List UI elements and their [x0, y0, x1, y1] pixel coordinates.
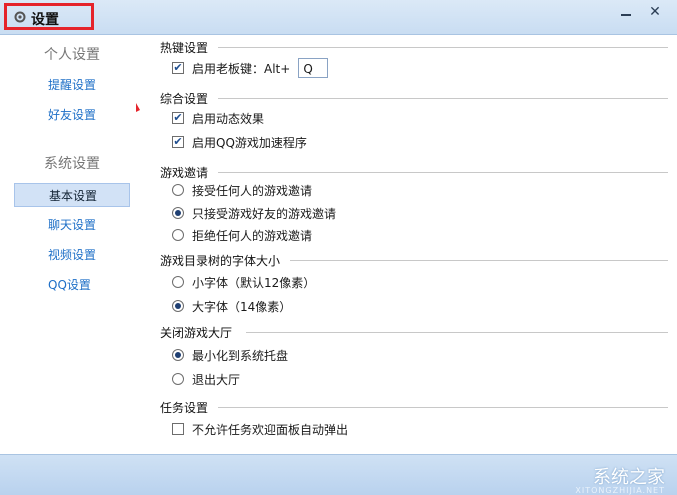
title-highlight-box: 设置 [4, 3, 94, 30]
boss-key-checkbox[interactable] [172, 62, 184, 74]
divider [218, 47, 668, 48]
close-option-minimize: 最小化到系统托盘 [172, 346, 288, 364]
sidebar-item-chat[interactable]: 聊天设置 [14, 213, 130, 237]
minimize-button[interactable] [612, 0, 640, 24]
close-icon: ✕ [649, 4, 661, 20]
invite-friends-radio[interactable] [172, 207, 184, 219]
divider [218, 407, 668, 408]
invite-any-radio[interactable] [172, 184, 184, 196]
hotkey-option: 启用老板键：Alt+ Q [172, 58, 329, 78]
divider [218, 172, 668, 173]
title-bar: 设置 ✕ [0, 0, 677, 35]
divider [218, 98, 668, 99]
sidebar-item-reminder[interactable]: 提醒设置 [14, 73, 130, 97]
sidebar-item-video[interactable]: 视频设置 [14, 243, 130, 267]
exit-hall-radio[interactable] [172, 373, 184, 385]
accel-option: 启用QQ游戏加速程序 [172, 133, 307, 151]
font-small-label: 小字体（默认12像素） [192, 275, 316, 290]
sidebar: 个人设置 提醒设置 好友设置 系统设置 基本设置 聊天设置 视频设置 QQ设置 [0, 35, 136, 454]
section-title-task: 任务设置 [160, 401, 209, 415]
invite-friends-label: 只接受游戏好友的游戏邀请 [192, 206, 337, 221]
section-title-general: 综合设置 [160, 92, 209, 106]
boss-key-input[interactable]: Q [298, 58, 329, 78]
invite-reject-label: 拒绝任何人的游戏邀请 [192, 228, 313, 243]
font-option-small: 小字体（默认12像素） [172, 273, 315, 291]
task-option: 不允许任务欢迎面板自动弹出 [172, 420, 348, 438]
dynamic-option: 启用动态效果 [172, 109, 264, 127]
invite-option-any: 接受任何人的游戏邀请 [172, 181, 312, 199]
dynamic-effect-label: 启用动态效果 [192, 111, 265, 126]
invite-option-friends: 只接受游戏好友的游戏邀请 [172, 204, 336, 222]
sidebar-item-friends[interactable]: 好友设置 [14, 103, 130, 127]
section-title-font: 游戏目录树的字体大小 [160, 254, 281, 268]
close-button[interactable]: ✕ [641, 0, 669, 24]
section-title-close: 关闭游戏大厅 [160, 326, 233, 340]
divider [290, 260, 668, 261]
close-option-exit: 退出大厅 [172, 370, 240, 388]
boss-key-label: 启用老板键：Alt+ [192, 61, 291, 76]
font-large-radio[interactable] [172, 300, 184, 312]
font-large-label: 大字体（14像素） [192, 299, 292, 314]
invite-option-reject: 拒绝任何人的游戏邀请 [172, 226, 312, 244]
sidebar-item-basic[interactable]: 基本设置 [14, 183, 130, 207]
sidebar-item-qq[interactable]: QQ设置 [14, 273, 130, 297]
divider [246, 332, 668, 333]
font-small-radio[interactable] [172, 276, 184, 288]
invite-reject-radio[interactable] [172, 229, 184, 241]
dynamic-effect-checkbox[interactable] [172, 112, 184, 124]
font-option-large: 大字体（14像素） [172, 297, 291, 315]
sidebar-header-personal: 个人设置 [44, 47, 100, 63]
accelerator-checkbox[interactable] [172, 136, 184, 148]
section-title-invite: 游戏邀请 [160, 166, 209, 180]
window-title: 设置 [31, 12, 59, 28]
minimize-tray-radio[interactable] [172, 349, 184, 361]
accelerator-label: 启用QQ游戏加速程序 [192, 135, 307, 150]
task-popup-checkbox[interactable] [172, 423, 184, 435]
gear-icon [14, 11, 26, 23]
task-popup-label: 不允许任务欢迎面板自动弹出 [192, 422, 349, 437]
footer-bar: 系统之家 XITONGZHIJIA.NET [0, 454, 677, 495]
sidebar-header-system: 系统设置 [44, 156, 100, 172]
exit-hall-label: 退出大厅 [192, 372, 241, 387]
minimize-tray-label: 最小化到系统托盘 [192, 348, 289, 363]
invite-any-label: 接受任何人的游戏邀请 [192, 183, 313, 198]
section-title-hotkey: 热键设置 [160, 41, 209, 55]
